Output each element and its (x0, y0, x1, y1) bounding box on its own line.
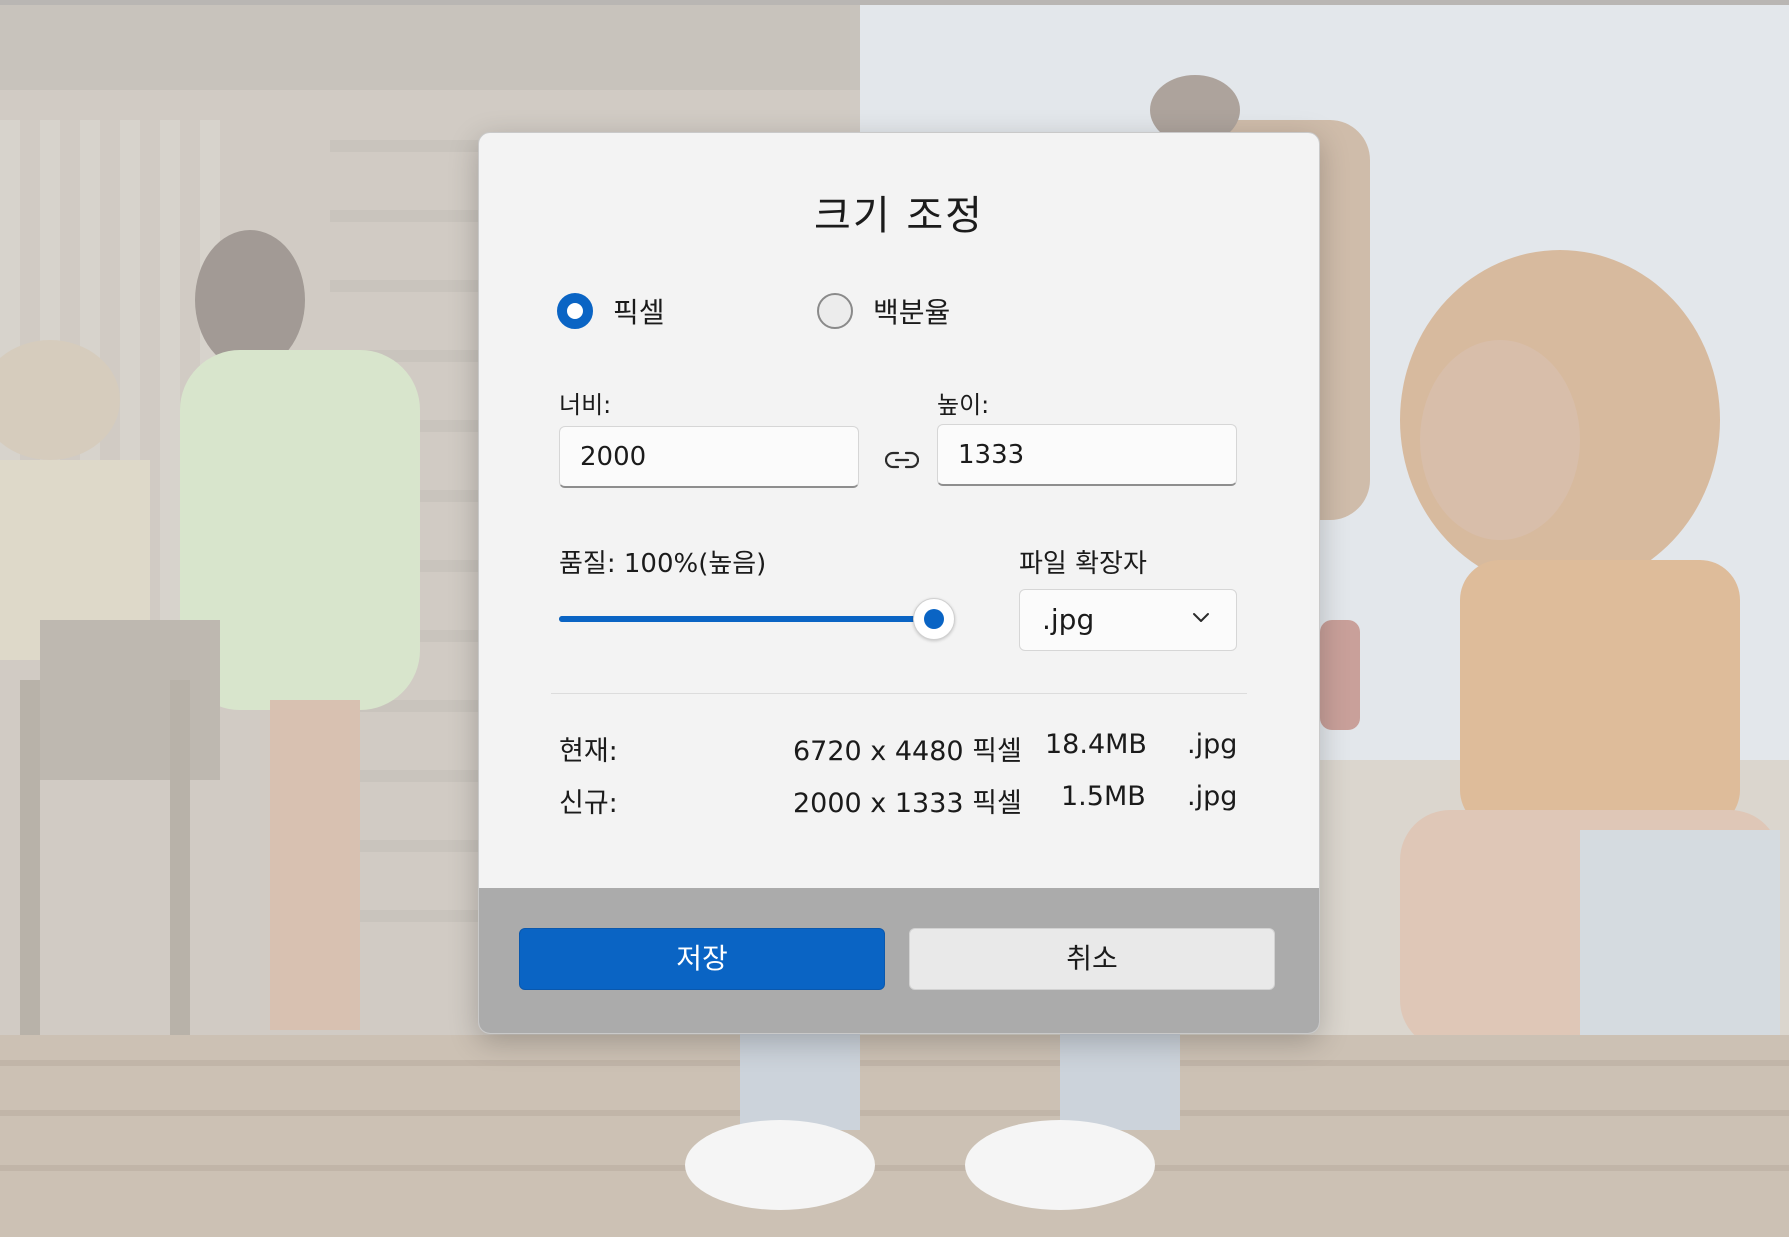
new-label: 신규: (559, 788, 618, 819)
new-ext: .jpg (1187, 781, 1238, 812)
radio-pixels[interactable]: 픽셀 (557, 291, 665, 331)
save-button[interactable]: 저장 (519, 928, 885, 990)
radio-unselected-icon (817, 293, 853, 329)
top-edge (0, 0, 1789, 5)
resize-dialog: 크기 조정 픽셀 백분율 너비: 높이: 품질: 100%(높음) 파일 확장자 (478, 132, 1320, 1034)
chevron-down-icon (1193, 613, 1209, 622)
radio-selected-icon (557, 293, 593, 329)
quality-slider-fill (559, 616, 919, 622)
new-info-row: 신규: 2000 x 1333 픽셀 1.5MB .jpg (559, 781, 1237, 821)
quality-slider-thumb[interactable] (913, 598, 955, 640)
height-label: 높이: (937, 391, 990, 419)
extension-dropdown[interactable]: .jpg (1019, 589, 1237, 651)
width-input[interactable] (559, 426, 859, 488)
new-size: 1.5MB (1061, 781, 1146, 812)
width-label: 너비: (559, 391, 612, 419)
current-size: 18.4MB (1045, 729, 1147, 760)
app-window: 크기 조정 픽셀 백분율 너비: 높이: 품질: 100%(높음) 파일 확장자 (0, 0, 1789, 1237)
extension-dropdown-value: .jpg (1042, 603, 1095, 636)
radio-percent[interactable]: 백분율 (817, 291, 950, 331)
radio-pixels-label: 픽셀 (613, 296, 665, 329)
cancel-button[interactable]: 취소 (909, 928, 1275, 990)
current-info-row: 현재: 6720 x 4480 픽셀 18.4MB .jpg (559, 729, 1237, 769)
current-ext: .jpg (1187, 729, 1238, 760)
current-dimensions: 6720 x 4480 픽셀 (793, 736, 1022, 767)
quality-label: 품질: 100%(높음) (559, 549, 767, 579)
divider (551, 693, 1247, 694)
dialog-title: 크기 조정 (814, 193, 984, 239)
radio-percent-label: 백분율 (873, 296, 951, 329)
height-input[interactable] (937, 424, 1237, 486)
extension-label: 파일 확장자 (1019, 549, 1147, 579)
dialog-footer: 저장 취소 (479, 888, 1319, 1033)
link-icon[interactable] (885, 449, 919, 471)
current-label: 현재: (559, 736, 618, 767)
quality-slider-track[interactable] (559, 616, 939, 622)
new-dimensions: 2000 x 1333 픽셀 (793, 788, 1022, 819)
